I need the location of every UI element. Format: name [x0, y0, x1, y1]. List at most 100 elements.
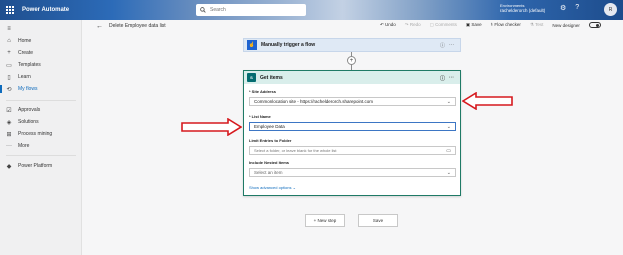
new-designer-label: New designer — [552, 22, 580, 28]
trigger-title: Manually trigger a flow — [261, 42, 316, 48]
flows-icon: ⟲ — [6, 86, 12, 93]
sidebar-item-process-mining[interactable]: ⊞ Process mining — [0, 128, 82, 140]
get-items-card: S Get items ⓘ ··· * Site Address Commonl… — [243, 70, 461, 196]
sidebar-item-label: Create — [18, 50, 34, 56]
avatar[interactable]: R — [604, 3, 617, 16]
insert-step-icon[interactable]: + — [347, 56, 356, 65]
plus-icon: + — [7, 50, 11, 56]
chevron-down-icon: ⌄ — [446, 170, 451, 176]
test-button[interactable]: ⚗ Test — [530, 22, 543, 28]
save-button[interactable]: ▣ Save — [466, 22, 482, 28]
top-bar: Power Automate Environments rachelderorc… — [0, 0, 623, 20]
sidebar-item-templates[interactable]: ▭ Templates — [0, 59, 82, 71]
chevron-down-icon: ⌄ — [446, 124, 451, 130]
flow-checker-label: Flow checker — [494, 22, 521, 27]
sidebar-item-label: My flows — [18, 86, 38, 92]
app-name[interactable]: Power Automate — [22, 7, 69, 13]
list-name-label: * List Name — [249, 114, 271, 119]
sidebar-item-label: Approvals — [18, 107, 41, 113]
settings-icon[interactable]: ⚙ — [560, 4, 566, 12]
annotation-arrow-list — [181, 118, 242, 136]
show-advanced-options-link[interactable]: Show advanced options ⌄ — [249, 185, 296, 190]
sidebar-item-learn[interactable]: ▯ Learn — [0, 71, 82, 83]
hamburger-menu[interactable]: ≡ — [0, 23, 82, 35]
card-icons: ⓘ ··· — [440, 42, 454, 49]
sidebar-item-power-platform[interactable]: ◆ Power Platform — [0, 160, 82, 172]
undo-label: Undo — [385, 22, 396, 27]
sidebar-item-create[interactable]: + Create — [0, 47, 82, 59]
top-icons: ⚙ ? — [560, 4, 579, 12]
new-step-button[interactable]: + New step — [305, 214, 345, 227]
sidebar-divider — [6, 100, 76, 101]
action-header[interactable]: S Get items ⓘ ··· — [244, 71, 460, 84]
approvals-icon: ☑ — [6, 107, 12, 114]
solutions-icon: ◈ — [6, 119, 12, 126]
sidebar-item-label: Templates — [18, 62, 41, 68]
command-bar: ← Delete Employee data list ↶ Undo ↷ Red… — [82, 20, 623, 32]
search-box[interactable] — [196, 4, 306, 16]
sidebar-item-solutions[interactable]: ◈ Solutions — [0, 116, 82, 128]
flow-title: Delete Employee data list — [109, 23, 166, 29]
undo-button[interactable]: ↶ Undo — [380, 22, 396, 28]
chevron-down-icon: ⌄ — [446, 99, 451, 105]
search-input[interactable] — [210, 7, 300, 13]
environment-name: rachelderorch (default) — [500, 8, 546, 13]
redo-button[interactable]: ↷ Redo — [405, 22, 421, 28]
list-name-value: Employee Data — [254, 124, 285, 129]
nested-items-dropdown[interactable]: Select an item ⌄ — [249, 168, 456, 177]
annotation-arrow-site — [462, 92, 513, 110]
limit-folder-field[interactable]: ▭ — [249, 146, 456, 155]
site-address-dropdown[interactable]: Commonlocation site - https://racheldero… — [249, 97, 456, 106]
redo-label: Redo — [409, 22, 421, 27]
book-icon: ▯ — [7, 74, 11, 81]
comments-button[interactable]: ▢ Comments — [430, 22, 457, 28]
sidebar-item-label: Learn — [18, 74, 31, 80]
more-options-icon[interactable]: ··· — [449, 75, 454, 82]
sidebar-item-label: Solutions — [18, 119, 39, 125]
trigger-card[interactable]: ☝ Manually trigger a flow ⓘ ··· — [243, 38, 461, 52]
environment-picker[interactable]: Environments rachelderorch (default) — [500, 3, 545, 13]
hamburger-icon: ≡ — [7, 26, 11, 32]
app-launcher-icon[interactable] — [0, 0, 20, 20]
save-flow-button[interactable]: Save — [358, 214, 398, 227]
flow-checker-button[interactable]: ⚕ Flow checker — [491, 22, 521, 28]
test-label: Test — [535, 22, 544, 27]
search-icon — [200, 7, 206, 13]
sidebar-item-more[interactable]: ··· More — [0, 140, 82, 152]
more-icon: ··· — [6, 143, 12, 149]
card-icons: ⓘ ··· — [440, 75, 454, 82]
help-icon[interactable]: ⓘ — [440, 75, 445, 82]
nested-items-placeholder: Select an item — [254, 170, 283, 175]
sidebar-item-label: Process mining — [18, 131, 53, 137]
new-designer-toggle[interactable] — [588, 22, 601, 28]
sidebar: ≡ ⌂ Home + Create ▭ Templates ▯ Learn ⟲ My fl… — [0, 20, 82, 255]
action-title: Get items — [260, 74, 283, 81]
manual-trigger-icon: ☝ — [247, 40, 257, 50]
help-icon[interactable]: ⓘ — [440, 42, 445, 49]
sidebar-item-approvals[interactable]: ☑ Approvals — [0, 104, 82, 116]
limit-folder-label: Limit Entries to Folder — [249, 138, 292, 143]
power-platform-icon: ◆ — [6, 163, 12, 170]
sidebar-item-label: More — [18, 143, 30, 149]
back-arrow-icon[interactable]: ← — [96, 23, 103, 30]
sidebar-item-label: Power Platform — [18, 163, 53, 169]
comments-label: Comments — [435, 22, 457, 27]
save-label: Save — [471, 22, 482, 27]
sidebar-divider — [6, 155, 76, 156]
home-icon: ⌂ — [7, 38, 11, 44]
command-actions: ↶ Undo ↷ Redo ▢ Comments ▣ Save ⚕ Flow c… — [380, 22, 601, 28]
templates-icon: ▭ — [6, 62, 12, 69]
process-mining-icon: ⊞ — [6, 131, 12, 138]
sidebar-item-my-flows[interactable]: ⟲ My flows — [0, 83, 82, 95]
site-address-value: Commonlocation site - https://racheldero… — [254, 99, 374, 104]
site-address-label: * Site Address — [249, 89, 276, 94]
limit-folder-input[interactable] — [254, 148, 434, 153]
sidebar-item-label: Home — [18, 38, 32, 44]
help-icon[interactable]: ? — [575, 4, 579, 12]
sidebar-item-home[interactable]: ⌂ Home — [0, 35, 82, 47]
sharepoint-icon: S — [247, 73, 256, 82]
more-options-icon[interactable]: ··· — [449, 42, 454, 49]
list-name-dropdown[interactable]: Employee Data ⌄ — [249, 122, 456, 131]
advanced-label: Show advanced options — [249, 185, 292, 190]
folder-icon[interactable]: ▭ — [446, 148, 451, 154]
